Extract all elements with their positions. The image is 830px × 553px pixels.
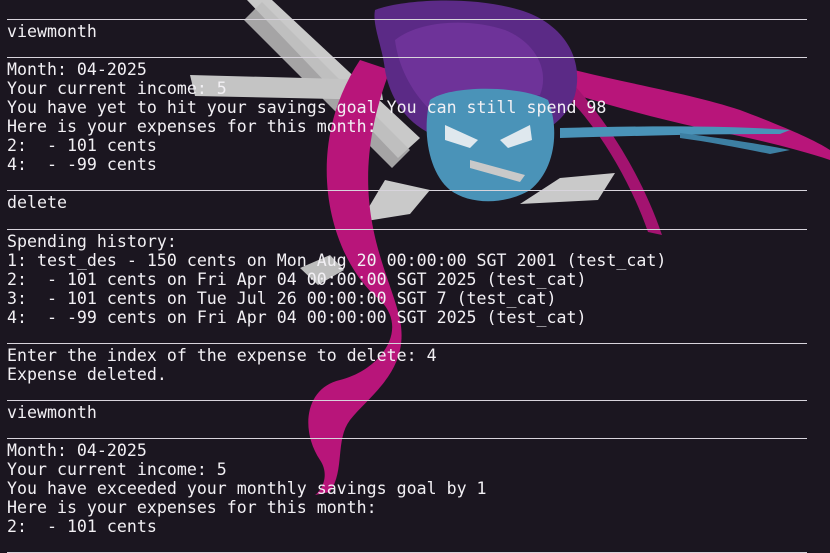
terminal-line: 2: - 101 cents on Fri Apr 04 00:00:00 SG… (7, 269, 587, 289)
terminal-line: Expense deleted. (7, 364, 167, 384)
terminal-line: Your current income: 5 (7, 460, 227, 480)
divider-rule (7, 536, 830, 553)
divider-rule (7, 174, 830, 193)
terminal-line: Month: 04-2025 (7, 60, 147, 80)
terminal-line: You have yet to hit your savings goal Yo… (7, 98, 607, 118)
divider-rule (7, 3, 830, 22)
terminal-line: delete (7, 193, 67, 213)
divider-rule (7, 41, 830, 60)
divider-rule (7, 384, 830, 403)
divider-rule (7, 422, 830, 441)
terminal-line: Enter the index of the expense to delete… (7, 345, 437, 365)
terminal-line: viewmonth (7, 402, 97, 422)
terminal-window[interactable]: viewmonth Month: 04-2025 Your current inco… (0, 0, 830, 553)
terminal-output: viewmonth Month: 04-2025 Your current inco… (7, 3, 830, 553)
terminal-line: 4: - -99 cents on Fri Apr 04 00:00:00 SG… (7, 307, 587, 327)
terminal-line: You have exceeded your monthly savings g… (7, 479, 487, 499)
terminal-line: 3: - 101 cents on Tue Jul 26 00:00:00 SG… (7, 288, 557, 308)
terminal-line: 4: - -99 cents (7, 155, 157, 175)
terminal-line: 2: - 101 cents (7, 517, 157, 537)
terminal-line: Your current income: 5 (7, 79, 227, 99)
terminal-line: 2: - 101 cents (7, 136, 157, 156)
terminal-line: viewmonth (7, 22, 97, 42)
terminal-line: Here is your expenses for this month: (7, 117, 377, 137)
terminal-line: Spending history: (7, 231, 177, 251)
divider-rule (7, 327, 830, 346)
divider-rule (7, 213, 830, 232)
terminal-line: Here is your expenses for this month: (7, 498, 377, 518)
terminal-line: 1: test_des - 150 cents on Mon Aug 20 00… (7, 250, 667, 270)
terminal-line: Month: 04-2025 (7, 441, 147, 461)
